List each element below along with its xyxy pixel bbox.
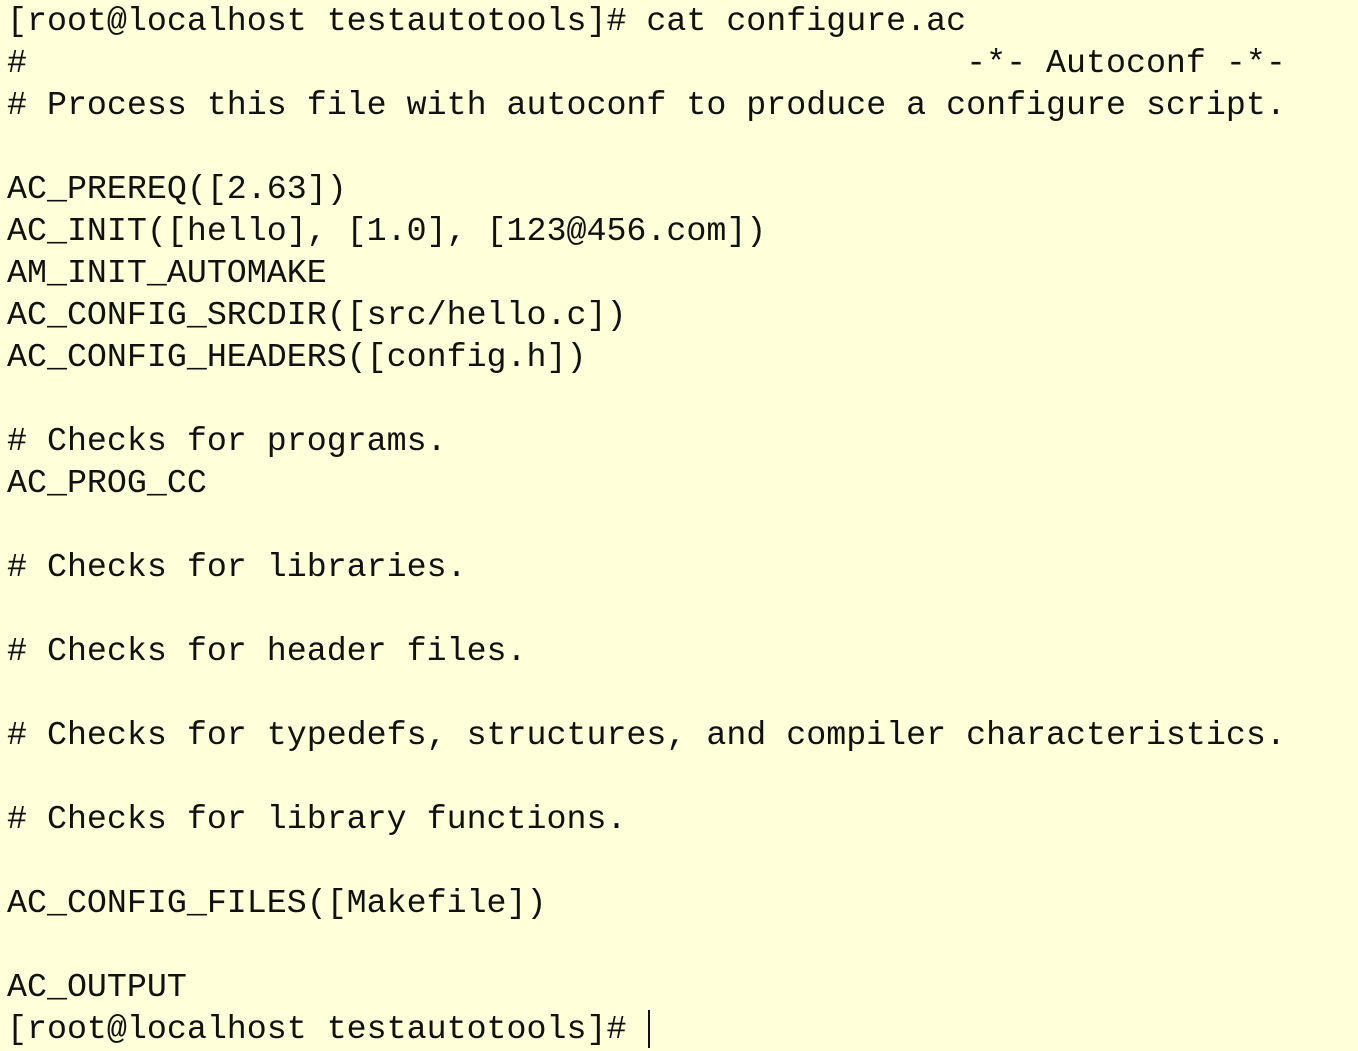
terminal-line: AC_PREREQ([2.63]) [7,170,347,208]
terminal-line: AC_PROG_CC [7,464,207,502]
terminal-line: # -*- Autoconf -*- [7,44,1286,82]
terminal-line: AC_INIT([hello], [1.0], [123@456.com]) [7,212,767,250]
shell-prompt: [root@localhost testautotools]# [7,1010,647,1048]
terminal-line: AC_CONFIG_FILES([Makefile]) [7,884,547,922]
terminal-line: AM_INIT_AUTOMAKE [7,254,327,292]
terminal-prompt-line[interactable]: [root@localhost testautotools]# [7,1008,1358,1050]
terminal-line: # Checks for library functions. [7,800,627,838]
terminal-line: # Process this file with autoconf to pro… [7,86,1286,124]
terminal-line: AC_CONFIG_HEADERS([config.h]) [7,338,587,376]
terminal-line: AC_OUTPUT [7,968,187,1006]
terminal-line: # Checks for programs. [7,422,447,460]
terminal-window[interactable]: [root@localhost testautotools]# cat conf… [0,0,1358,1051]
terminal-line: [root@localhost testautotools]# cat conf… [7,2,967,40]
terminal-line: # Checks for libraries. [7,548,467,586]
terminal-line: # Checks for typedefs, structures, and c… [7,716,1286,754]
terminal-line: AC_CONFIG_SRCDIR([src/hello.c]) [7,296,627,334]
terminal-line: # Checks for header files. [7,632,527,670]
text-cursor [648,1010,651,1049]
